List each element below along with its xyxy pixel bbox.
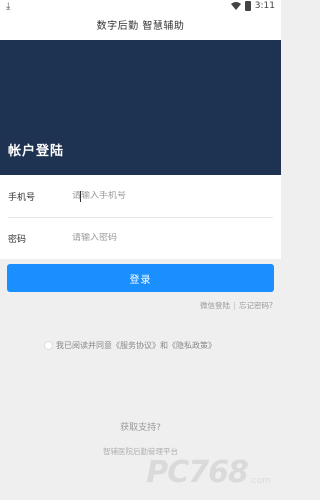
agreement-text[interactable]: 我已阅读并同意《服务协议》和《隐私政策》: [56, 340, 216, 351]
text-caret: [80, 190, 81, 202]
phone-label: 手机号: [8, 192, 36, 203]
phone-row: 手机号: [0, 175, 281, 217]
phone-input[interactable]: [72, 191, 252, 201]
battery-icon: [244, 1, 251, 11]
password-input[interactable]: [72, 233, 252, 243]
login-form: 手机号 密码: [0, 175, 281, 259]
login-links: 微信登陆 忘记密码?: [200, 300, 273, 311]
wechat-login-link[interactable]: 微信登陆: [200, 300, 230, 311]
status-bar: ⤓ 3:11: [0, 0, 281, 14]
download-icon: ⤓: [6, 1, 11, 12]
watermark-logo: PC768 .com: [146, 458, 271, 488]
password-row: 密码: [0, 217, 281, 259]
password-label: 密码: [8, 234, 27, 245]
status-time: 3:11: [254, 1, 275, 11]
watermark-text: PC768: [146, 455, 249, 490]
wifi-icon: [230, 2, 241, 10]
agreement-radio[interactable]: [44, 341, 53, 350]
support-link[interactable]: 获取支持?: [0, 420, 281, 433]
login-button[interactable]: 登录: [7, 264, 274, 292]
app-header: 数字后勤 智慧辅助: [0, 14, 281, 40]
forgot-password-link[interactable]: 忘记密码?: [239, 300, 273, 311]
login-banner: 帐户登陆: [0, 40, 281, 175]
watermark-sub: .com: [248, 476, 271, 486]
status-icons: 3:11: [230, 1, 275, 11]
agreement-row: 我已阅读并同意《服务协议》和《隐私政策》: [44, 340, 216, 351]
link-divider: [234, 301, 236, 310]
banner-title: 帐户登陆: [8, 144, 65, 159]
app-title: 数字后勤 智慧辅助: [96, 21, 185, 32]
